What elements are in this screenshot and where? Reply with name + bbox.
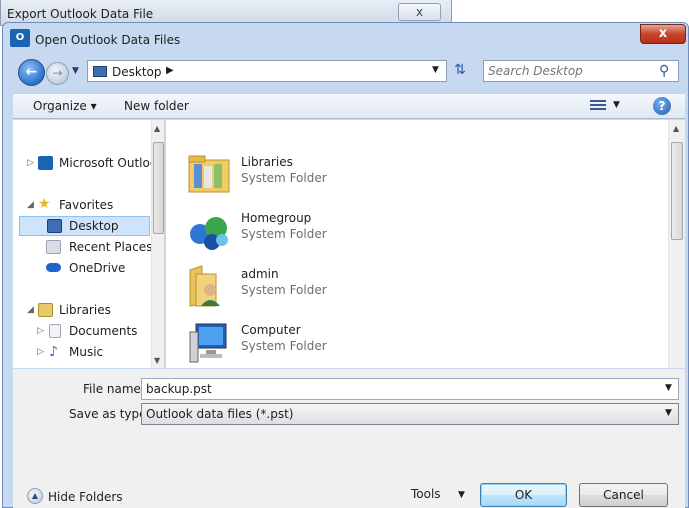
file-item-homegroup[interactable]: Homegroup System Folder [186, 204, 486, 252]
expand-chevron-icon[interactable]: ▷ [37, 342, 44, 362]
nav-item-label: Recent Places [69, 240, 153, 254]
scroll-up-icon[interactable]: ▲ [154, 124, 160, 133]
command-toolbar: Organize ▾ New folder ▼ ? [13, 93, 685, 119]
recent-places-icon [46, 240, 61, 254]
view-dropdown-icon[interactable]: ▼ [613, 100, 620, 110]
new-folder-button[interactable]: New folder [124, 99, 189, 113]
collapse-chevron-icon[interactable]: ◢ [27, 300, 34, 320]
nav-item-label: Desktop [69, 219, 119, 233]
file-name-input[interactable] [146, 382, 646, 396]
homegroup-icon [190, 217, 228, 250]
search-box[interactable]: ⚲ [483, 60, 679, 82]
computer-icon [189, 323, 227, 363]
libraries-icon [38, 303, 53, 317]
nav-item-documents[interactable]: ▷ Documents [13, 321, 153, 341]
outlook-icon [38, 156, 53, 170]
music-note-icon: ♪ [49, 344, 58, 360]
scroll-up-icon[interactable]: ▲ [673, 124, 679, 133]
nav-item-label: Libraries [59, 303, 111, 317]
address-bar[interactable]: Desktop ▶ ▼ [87, 60, 447, 82]
file-form: File name: ▼ Save as type: Outlook data … [13, 369, 685, 433]
save-as-type-value: Outlook data files (*.pst) [146, 407, 294, 421]
nav-item-onedrive[interactable]: OneDrive [13, 258, 153, 278]
file-name-dropdown-icon[interactable]: ▼ [665, 383, 672, 393]
navigation-scrollbar[interactable]: ▲ ▼ [151, 120, 164, 368]
tools-dropdown-icon: ▼ [458, 490, 465, 500]
file-type: System Folder [241, 227, 327, 241]
file-name-field[interactable]: ▼ [141, 378, 679, 400]
expand-chevron-icon[interactable]: ▷ [37, 321, 44, 341]
document-icon [49, 324, 61, 338]
hide-folders-label: Hide Folders [48, 490, 123, 504]
file-item-computer[interactable]: Computer System Folder [186, 316, 486, 364]
breadcrumb-chevron-icon[interactable]: ▶ [166, 65, 174, 76]
search-icon[interactable]: ⚲ [659, 63, 669, 79]
file-item-admin[interactable]: admin System Folder [186, 260, 486, 308]
nav-item-desktop[interactable]: Desktop [19, 216, 150, 236]
nav-item-favorites[interactable]: ◢ ★ Favorites [13, 195, 153, 215]
outlook-app-icon: O [10, 29, 30, 47]
nav-item-microsoft-outlook[interactable]: ▷ Microsoft Outloo [13, 153, 157, 173]
nav-item-label: Favorites [59, 198, 114, 212]
change-view-icon[interactable] [590, 98, 606, 112]
open-outlook-data-files-dialog: O Open Outlook Data Files x ← → ▼ Deskto… [2, 22, 689, 508]
dialog-close-button[interactable]: x [640, 24, 686, 44]
nav-item-label: Documents [69, 324, 138, 338]
background-window-title: Export Outlook Data File [7, 7, 154, 21]
user-folder-icon [189, 265, 220, 307]
scroll-down-icon[interactable]: ▼ [154, 356, 160, 365]
cancel-button[interactable]: Cancel [579, 483, 668, 507]
file-item-libraries[interactable]: Libraries System Folder [186, 148, 486, 196]
save-as-type-dropdown-icon[interactable]: ▼ [665, 408, 672, 418]
forward-button[interactable]: → [46, 62, 69, 85]
file-name-label: File name: [83, 382, 145, 396]
organize-label: Organize [33, 99, 87, 113]
search-input[interactable] [488, 64, 648, 78]
address-dropdown-icon[interactable]: ▼ [432, 65, 439, 75]
expand-chevron-icon[interactable]: ▷ [27, 153, 34, 173]
file-list-pane: Libraries System Folder Homegroup System… [166, 120, 685, 368]
collapse-chevron-icon[interactable]: ◢ [27, 195, 34, 215]
nav-item-label: Microsoft Outloo [59, 156, 158, 170]
nav-item-libraries[interactable]: ◢ Libraries [13, 300, 153, 320]
dialog-titlebar: O Open Outlook Data Files x [3, 23, 688, 53]
refresh-button[interactable]: ⇅ [449, 60, 471, 82]
scrollbar-thumb[interactable] [671, 142, 683, 240]
help-icon[interactable]: ? [653, 97, 671, 115]
nav-item-label: OneDrive [69, 261, 126, 275]
desktop-icon [93, 66, 107, 77]
file-type: System Folder [241, 339, 327, 353]
back-button[interactable]: ← [18, 59, 45, 86]
file-type: System Folder [241, 171, 327, 185]
file-name: admin [241, 267, 279, 281]
cloud-icon [46, 263, 61, 272]
file-list-scrollbar[interactable]: ▲ [668, 120, 685, 368]
recent-pages-chevron-icon[interactable]: ▼ [72, 66, 79, 76]
file-type: System Folder [241, 283, 327, 297]
desktop-icon [47, 219, 62, 233]
background-close-button[interactable]: x [398, 3, 441, 21]
file-name: Homegroup [241, 211, 312, 225]
address-row: ← → ▼ Desktop ▶ ▼ ⇅ ⚲ [13, 59, 685, 86]
nav-item-recent-places[interactable]: Recent Places [13, 237, 153, 257]
nav-item-label: Music [69, 345, 104, 359]
address-location[interactable]: Desktop [112, 65, 162, 79]
tools-menu[interactable]: Tools ▼ [411, 487, 465, 501]
save-as-type-select[interactable]: Outlook data files (*.pst) ▼ [141, 403, 679, 425]
file-name: Computer [241, 323, 301, 337]
file-name: Libraries [241, 155, 293, 169]
dialog-footer: ▲ Hide Folders Tools ▼ OK Cancel [13, 433, 685, 508]
scrollbar-thumb[interactable] [153, 142, 164, 234]
star-icon: ★ [38, 196, 51, 212]
save-as-type-label: Save as type: [69, 407, 151, 421]
tools-label: Tools [411, 487, 441, 501]
libraries-folder-icon [188, 155, 230, 193]
navigation-pane: ▷ Microsoft Outloo ◢ ★ Favorites Desktop… [13, 120, 165, 368]
collapse-up-icon: ▲ [27, 488, 43, 504]
nav-item-music[interactable]: ▷ ♪ Music [13, 342, 153, 362]
dialog-title: Open Outlook Data Files [35, 33, 181, 47]
ok-button[interactable]: OK [480, 483, 567, 507]
organize-menu[interactable]: Organize ▾ [33, 99, 97, 113]
